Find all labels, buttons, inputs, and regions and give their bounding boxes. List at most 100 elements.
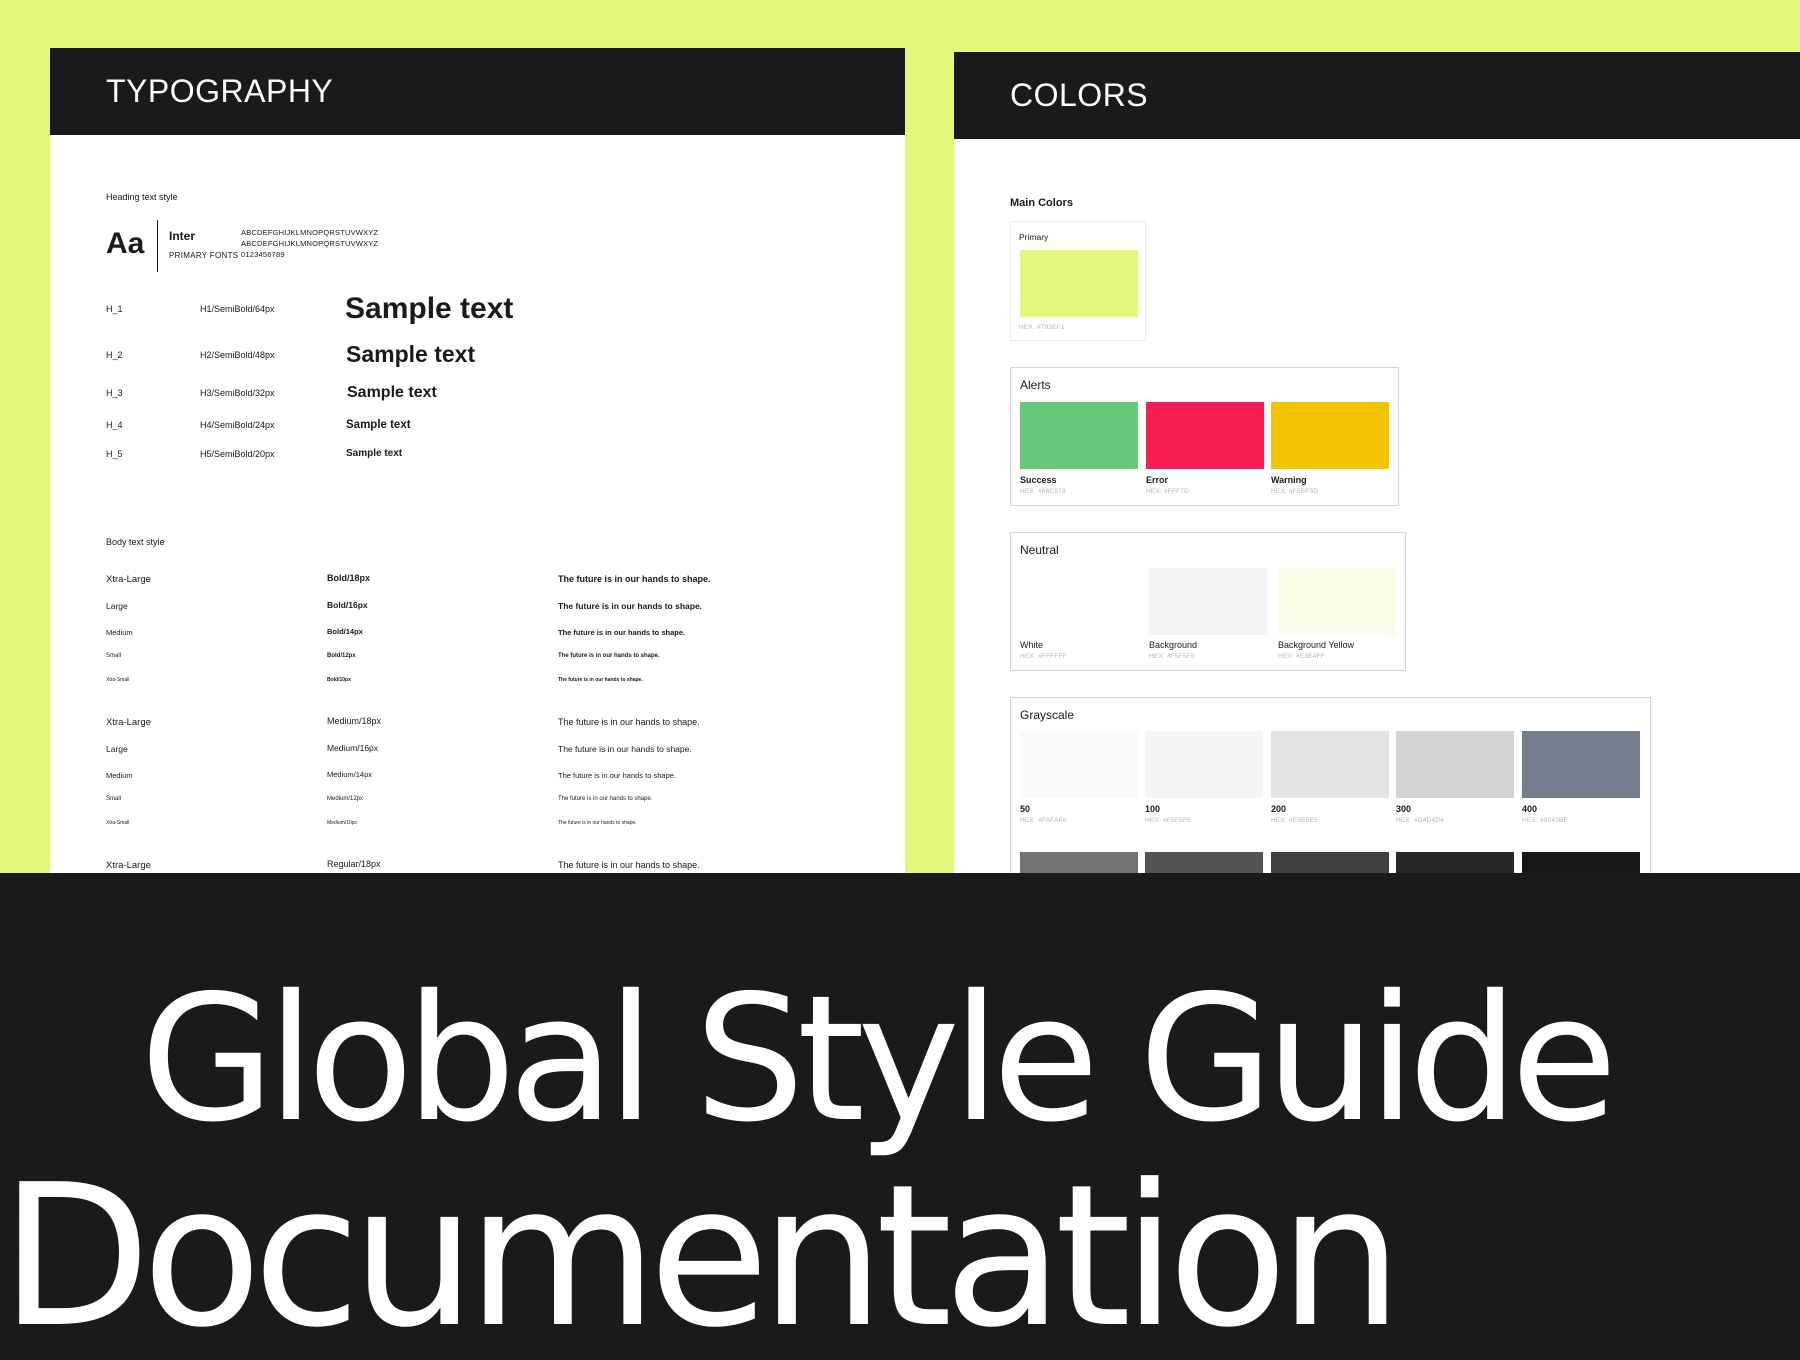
gray-50-swatch [1020, 731, 1138, 798]
alerts-card: Alerts Success Error Warning HEX: #66C97… [1010, 367, 1399, 506]
body-style-caption: Body text style [106, 537, 165, 547]
white-hex: HEX: #FFFFFF [1020, 653, 1067, 660]
body-sample: The future is in our hands to shape. [558, 677, 643, 683]
body-size-label: Small [106, 796, 122, 802]
body-size-label: Xtra-Small [106, 820, 130, 826]
heading-sample: Sample text [346, 341, 476, 367]
neutral-title: Neutral [1020, 543, 1059, 557]
body-size-label: Xtra-Large [106, 860, 151, 871]
body-sample: The future is in our hands to shape. [558, 744, 692, 754]
background-yellow-hex: HEX: #E8E4FF [1278, 653, 1325, 660]
body-spec: Medium/16px [327, 743, 379, 753]
body-size-label: Medium [106, 771, 133, 780]
gray-200-hex: HEX: #E5E5E5 [1271, 817, 1318, 824]
typography-panel: TYPOGRAPHY Heading text style Aa Inter P… [50, 48, 905, 873]
gray-400-hex: HEX: #9043BF [1522, 817, 1568, 824]
body-size-label: Large [106, 601, 128, 611]
body-spec: Bold/18px [327, 573, 371, 583]
primary-title: Primary [1019, 232, 1049, 242]
gray-200-name: 200 [1271, 804, 1287, 814]
body-size-label: Xtra-Large [106, 574, 151, 585]
background-hex: HEX: #F5F5F5 [1149, 653, 1195, 660]
gray-600-swatch [1145, 852, 1263, 873]
font-name: Inter [169, 229, 196, 243]
warning-name: Warning [1271, 475, 1307, 485]
gray-400-name: 400 [1522, 804, 1538, 814]
glyph-lowercase: ABCDEFGHIJKLMNOPQRSTUVWXYZ [241, 239, 379, 248]
gray-500-swatch [1020, 852, 1138, 873]
heading-spec: H4/SemiBold/24px [200, 420, 275, 430]
gray-100-hex: HEX: #F5F5F5 [1145, 817, 1191, 824]
gray-100-name: 100 [1145, 804, 1161, 814]
body-spec: Bold/16px [327, 600, 368, 610]
neutral-card: Neutral White Background Background Yell… [1010, 532, 1406, 671]
gray-400-swatch [1522, 731, 1640, 798]
body-spec: Medium/14px [327, 770, 373, 779]
primary-swatch [1020, 250, 1138, 317]
warning-hex: HEX: #F5BF3D [1271, 488, 1319, 495]
body-sample: The future is in our hands to shape. [558, 717, 700, 727]
gray-300-hex: HEX: #D4D4D4 [1396, 817, 1444, 824]
heading-spec: H3/SemiBold/32px [200, 388, 275, 398]
body-sample: The future is in our hands to shape. [558, 653, 660, 659]
body-size-label: Small [106, 653, 122, 659]
body-sample: The future is in our hands to shape. [558, 860, 700, 870]
heading-label: H_5 [106, 449, 123, 459]
heading-sample: Sample text [346, 448, 403, 459]
gray-300-swatch [1396, 731, 1514, 798]
main-colors-title: Main Colors [1010, 197, 1073, 209]
error-name: Error [1146, 475, 1169, 485]
background-yellow-name: Background Yellow [1278, 640, 1355, 650]
gray-200-swatch [1271, 731, 1389, 798]
gray-900-swatch [1522, 852, 1640, 873]
gray-100-swatch [1145, 731, 1263, 798]
body-spec: Bold/12px [327, 653, 356, 659]
gray-50-hex: HEX: #FAFAFA [1020, 817, 1067, 824]
colors-header: COLORS [954, 52, 1800, 139]
body-spec: Medium/10px [327, 820, 358, 826]
heading-spec: H2/SemiBold/48px [200, 350, 275, 360]
heading-sample: Sample text [346, 419, 411, 431]
hero-banner: Global Style Guide Documentation [0, 873, 1800, 1360]
heading-label: H_2 [106, 350, 123, 360]
success-swatch [1020, 402, 1138, 469]
gray-50-name: 50 [1020, 804, 1031, 814]
body-sample: The future is in our hands to shape. [558, 601, 703, 611]
colors-panel: COLORS Main Colors Primary HEX: #793EF1 … [954, 52, 1800, 873]
heading-spec: H1/SemiBold/64px [200, 304, 275, 314]
grayscale-card: Grayscale 50 100 200 300 400 HEX: #FAFAF… [1010, 697, 1651, 873]
font-role: PRIMARY FONTS [169, 251, 239, 260]
hero-title-line-2: Documentation [0, 1143, 1403, 1360]
gray-800-swatch [1396, 852, 1514, 873]
glyph-uppercase: ABCDEFGHIJKLMNOPQRSTUVWXYZ [241, 228, 379, 237]
gray-700-swatch [1271, 852, 1389, 873]
warning-swatch [1271, 402, 1389, 469]
heading-style-caption: Heading text style [106, 192, 178, 202]
primary-color-card: Primary HEX: #793EF1 [1010, 221, 1146, 341]
heading-label: H_3 [106, 388, 123, 398]
background-name: Background [1149, 640, 1198, 650]
background-yellow-swatch [1278, 568, 1396, 635]
body-size-label: Xtra-Small [106, 677, 130, 683]
body-spec: Regular/18px [327, 859, 381, 869]
white-swatch [1020, 568, 1138, 635]
error-hex: HEX: #FFF7D [1146, 488, 1190, 495]
heading-sample: Sample text [345, 292, 514, 325]
body-spec: Medium/12px [327, 796, 364, 802]
typography-header: TYPOGRAPHY [50, 48, 905, 135]
glyph-numbers: 0123456789 [241, 250, 285, 259]
body-spec: Bold/14px [327, 627, 363, 636]
white-name: White [1020, 640, 1044, 650]
body-spec: Medium/18px [327, 716, 382, 726]
font-specimen-aa: Aa [106, 227, 145, 260]
body-sample: The future is in our hands to shape. [558, 771, 676, 780]
body-size-label: Large [106, 744, 128, 754]
heading-sample: Sample text [347, 384, 437, 401]
background-swatch [1149, 568, 1267, 635]
specimen-divider [157, 220, 158, 272]
heading-label: H_4 [106, 420, 123, 430]
grayscale-title: Grayscale [1020, 708, 1075, 722]
error-swatch [1146, 402, 1264, 469]
primary-hex: HEX: #793EF1 [1019, 324, 1065, 331]
body-size-label: Medium [106, 628, 133, 637]
